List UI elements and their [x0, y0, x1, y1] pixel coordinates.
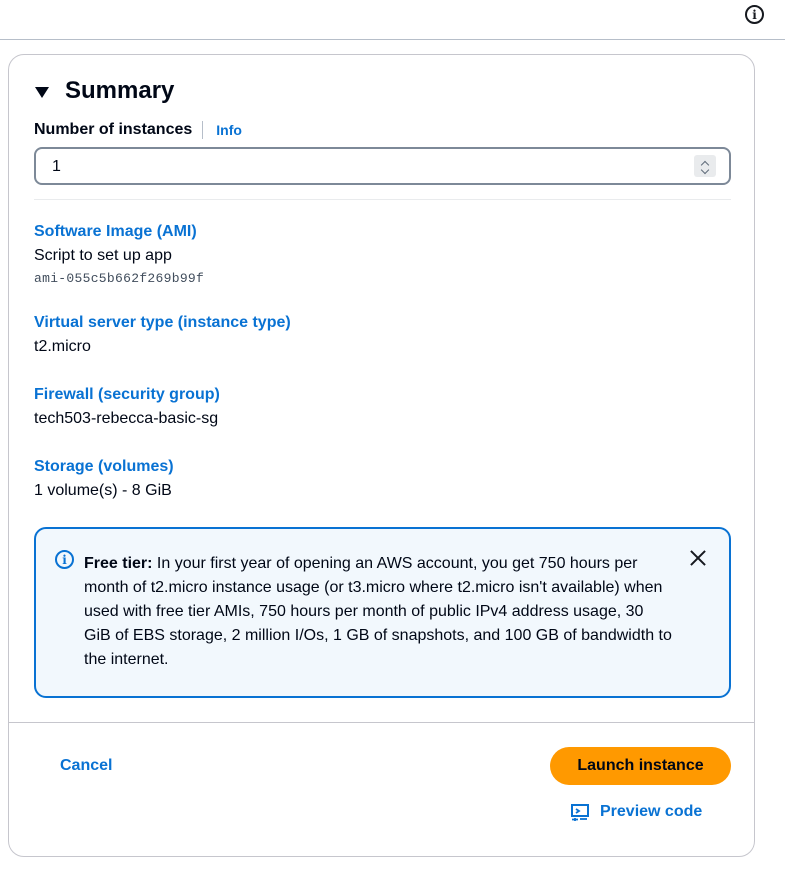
- software-image-value: Script to set up app: [34, 247, 172, 264]
- storage-value: 1 volume(s) - 8 GiB: [34, 482, 172, 499]
- chevron-down-icon[interactable]: [700, 165, 710, 175]
- instance-type-value: t2.micro: [34, 338, 91, 355]
- preview-code-button[interactable]: Preview code: [570, 802, 702, 822]
- security-group-link[interactable]: Firewall (security group): [34, 386, 220, 404]
- divider: [34, 199, 731, 200]
- summary-title: Summary: [65, 77, 175, 104]
- storage-link[interactable]: Storage (volumes): [34, 458, 174, 476]
- info-icon: i: [55, 550, 74, 569]
- footer-divider: [9, 722, 754, 723]
- security-group-value: tech503-rebecca-basic-sg: [34, 410, 219, 427]
- top-bar: i: [0, 0, 785, 40]
- instances-label: Number of instances: [34, 121, 193, 138]
- info-icon[interactable]: i: [745, 5, 764, 24]
- preview-code-label[interactable]: Preview code: [600, 803, 702, 821]
- alert-text: Free tier: In your first year of opening…: [84, 552, 674, 672]
- free-tier-alert: i Free tier: In your first year of openi…: [34, 527, 731, 698]
- alert-body: In your first year of opening an AWS acc…: [84, 555, 672, 668]
- instance-type-link[interactable]: Virtual server type (instance type): [34, 314, 291, 332]
- info-link[interactable]: Info: [216, 122, 242, 138]
- instances-input[interactable]: 1: [34, 147, 731, 185]
- code-preview-icon[interactable]: [570, 802, 590, 822]
- stepper-icon[interactable]: [694, 155, 716, 177]
- launch-instance-button[interactable]: Launch instance: [550, 747, 731, 785]
- close-icon[interactable]: [687, 547, 709, 569]
- label-divider: [202, 121, 204, 139]
- instances-label-row: Number of instances Info: [34, 121, 242, 139]
- cancel-button[interactable]: Cancel: [60, 757, 112, 775]
- ami-id: ami-055c5b662f269b99f: [34, 271, 205, 286]
- caret-down-icon[interactable]: [35, 86, 49, 98]
- instances-value[interactable]: 1: [52, 158, 61, 176]
- software-image-link[interactable]: Software Image (AMI): [34, 223, 197, 241]
- alert-heading: Free tier:: [84, 555, 153, 572]
- summary-header[interactable]: Summary: [35, 77, 174, 105]
- summary-panel: Summary Number of instances Info 1 Softw…: [8, 54, 755, 857]
